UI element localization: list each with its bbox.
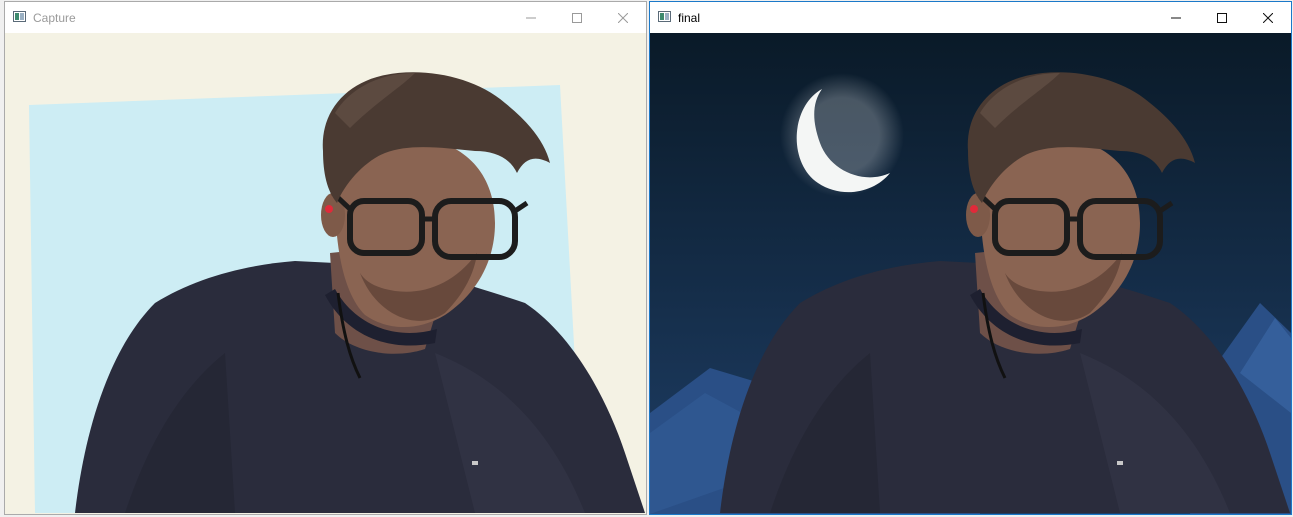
maximize-button[interactable] [554, 2, 600, 33]
capture-frame [5, 33, 646, 514]
app-icon [13, 11, 26, 22]
close-icon [1263, 12, 1273, 23]
final-window[interactable]: final [649, 1, 1292, 515]
window-title: final [678, 11, 701, 25]
capture-window[interactable]: Capture [4, 1, 647, 515]
close-icon [618, 12, 628, 23]
minimize-icon [526, 17, 536, 18]
close-button[interactable] [1245, 2, 1291, 33]
close-button[interactable] [600, 2, 646, 33]
minimize-button[interactable] [508, 2, 554, 33]
maximize-icon [1217, 12, 1227, 23]
capture-titlebar[interactable]: Capture [5, 2, 646, 33]
final-titlebar[interactable]: final [650, 2, 1291, 33]
window-title: Capture [33, 11, 76, 25]
maximize-icon [572, 12, 582, 23]
webcam-image [5, 33, 646, 514]
minimize-button[interactable] [1153, 2, 1199, 33]
app-icon [658, 11, 671, 22]
maximize-button[interactable] [1199, 2, 1245, 33]
final-frame [650, 33, 1291, 514]
minimize-icon [1171, 17, 1181, 18]
composited-image [650, 33, 1291, 514]
